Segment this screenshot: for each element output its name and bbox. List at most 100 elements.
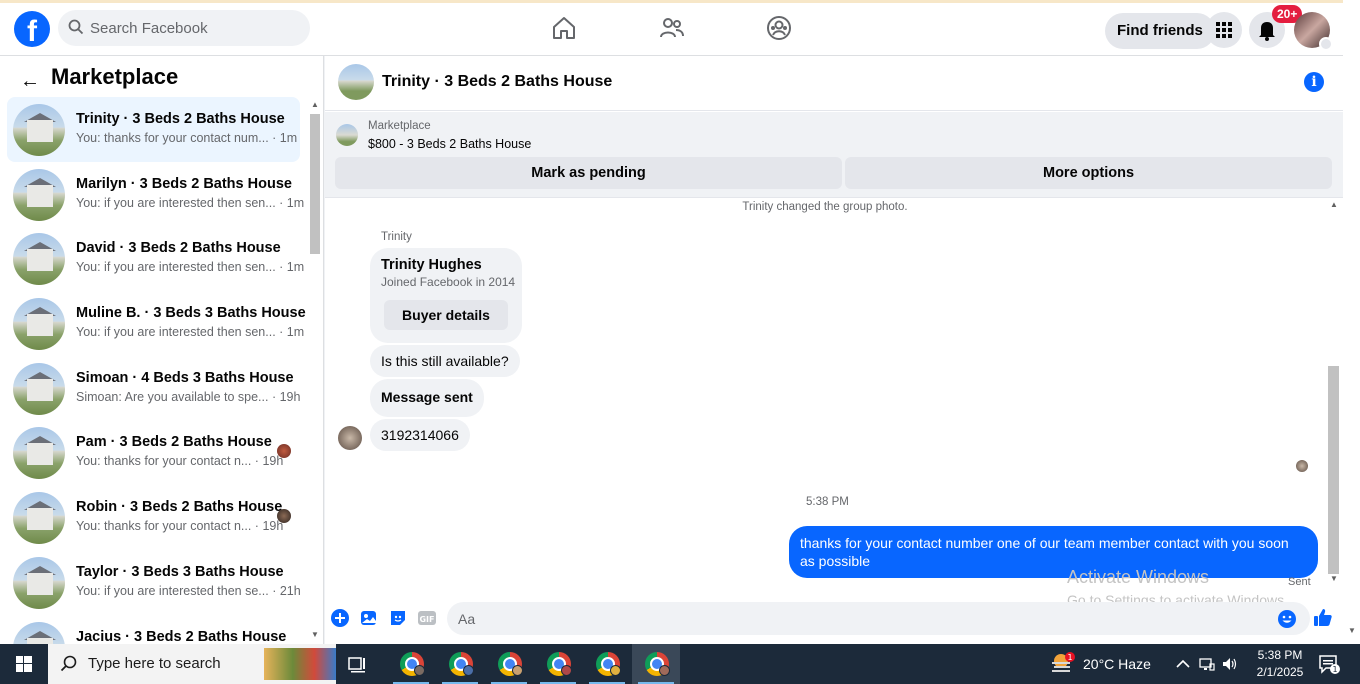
volume-icon[interactable] [1222,656,1238,672]
home-icon[interactable] [551,15,577,41]
chrome-taskbar-button[interactable] [387,644,435,684]
conversation-item[interactable]: Taylor · 3 Beds 3 Baths House You: if yo… [7,550,301,615]
conversation-item[interactable]: David · 3 Beds 2 Baths House You: if you… [7,226,304,291]
listing-thumbnail [13,233,65,286]
scroll-down-arrow-icon[interactable]: ▼ [311,630,319,639]
listing-price[interactable]: $800 - 3 Beds 2 Baths House [368,137,531,151]
scroll-up-arrow-icon[interactable]: ▲ [311,100,319,109]
chat-title[interactable]: Trinity · 3 Beds 2 Baths House [382,73,612,91]
windows-taskbar: Type here to search 1 20°C Haze 5:38 PM … [0,644,1360,684]
notification-center-icon[interactable]: 1 [1318,654,1340,674]
scrollbar-thumb[interactable] [310,114,320,254]
sidebar-scrollbar[interactable]: ▲ ▼ [309,100,321,644]
listing-thumbnail [13,362,65,415]
sender-label: Trinity [381,231,412,243]
chevron-up-icon[interactable] [1175,656,1191,672]
search-input[interactable] [90,10,300,46]
conversation-name: Simoan · 4 Beds 3 Baths House [76,369,294,386]
mark-as-pending-button[interactable]: Mark as pending [335,157,842,189]
conversation-snippet: You: if you are interested then sen... ·… [76,260,305,275]
start-button[interactable] [0,644,48,684]
thread-scrollbar[interactable]: ▲ ▼ [1326,198,1341,586]
search-highlight-image [264,648,336,680]
conversation-sidebar: ← Marketplace Trinity · 3 Beds 2 Baths H… [0,56,324,644]
profile-badge [659,665,670,676]
weather-text[interactable]: 20°C Haze [1083,656,1151,672]
scroll-down-arrow-icon[interactable]: ▼ [1330,574,1338,583]
chat-thumbnail[interactable] [338,64,374,100]
conversation-item[interactable]: Robin · 3 Beds 2 Baths House You: thanks… [7,485,300,550]
emoji-icon[interactable] [1277,609,1297,629]
listing-thumbnail [13,104,65,156]
seen-avatar [277,509,291,524]
scrollbar-track [1345,2,1358,50]
search-box[interactable] [58,10,310,46]
incoming-message: Is this still available? [370,345,520,377]
incoming-message: Message sent [370,379,484,417]
sticker-icon[interactable] [388,608,408,628]
task-view-icon[interactable] [346,654,370,674]
read-receipt-avatar [1296,460,1308,472]
conversation-list: Trinity · 3 Beds 2 Baths House You: than… [7,97,306,645]
conversation-name: Robin · 3 Beds 2 Baths House [76,499,283,516]
find-friends-button[interactable]: Find friends [1105,13,1215,49]
chrome-taskbar-button[interactable] [583,644,631,684]
like-thumb-icon[interactable] [1313,607,1333,627]
conversation-item[interactable]: Marilyn · 3 Beds 2 Baths House You: if y… [7,162,304,227]
add-plus-icon[interactable] [330,608,350,628]
conversation-snippet: You: thanks for your contact n... · 19h [76,454,284,469]
clock-time[interactable]: 5:38 PM [1252,648,1308,662]
message-input[interactable] [447,602,1310,635]
search-icon [68,19,84,35]
notification-count: 1 [1332,665,1337,674]
sidebar-title: Marketplace [51,64,179,89]
conversation-item[interactable]: Muline B. · 3 Beds 3 Baths House You: if… [7,291,306,356]
conversation-item[interactable]: Trinity · 3 Beds 2 Baths House You: than… [7,97,300,162]
network-icon[interactable] [1199,656,1215,672]
photo-icon[interactable] [359,608,379,628]
profile-badge [561,665,572,676]
conversation-item[interactable]: Simoan · 4 Beds 3 Baths House Simoan: Ar… [7,356,300,421]
buyer-details-button[interactable]: Buyer details [384,300,508,330]
message-thread: Trinity changed the group photo. Trinity… [325,198,1343,608]
back-arrow-icon[interactable]: ← [20,70,40,93]
taskbar-search[interactable]: Type here to search [48,644,336,684]
message-status: Sent [1288,576,1311,588]
clock-date[interactable]: 2/1/2025 [1252,665,1308,679]
conversation-item[interactable]: Jacius · 3 Beds 2 Baths House [7,615,300,645]
facebook-logo[interactable]: f [14,11,50,47]
buyer-joined: Joined Facebook in 2014 [381,275,516,289]
menu-button[interactable] [1206,12,1242,48]
conversation-snippet: You: if you are interested then sen... ·… [76,195,305,210]
taskbar-search-placeholder: Type here to search [88,655,221,672]
info-icon[interactable]: i [1304,72,1324,92]
scroll-up-arrow-icon[interactable]: ▲ [1330,200,1338,209]
conversation-item[interactable]: Pam · 3 Beds 2 Baths House You: thanks f… [7,420,300,485]
chrome-taskbar-button[interactable] [436,644,484,684]
chevron-down-icon[interactable] [1319,37,1333,51]
grid-menu-icon [1216,22,1232,38]
chrome-taskbar-button[interactable] [632,644,680,684]
more-options-button[interactable]: More options [845,157,1332,189]
profile-badge [512,665,523,676]
profile-badge [414,665,425,676]
profile-badge [463,665,474,676]
listing-thumbnail [336,124,358,146]
scroll-down-arrow-icon[interactable]: ▼ [1348,626,1356,635]
conversation-name: Pam · 3 Beds 2 Baths House [76,434,272,451]
conversation-name: Trinity · 3 Beds 2 Baths House [76,111,285,127]
listing-thumbnail [13,556,65,609]
weather-haze-icon[interactable]: 1 [1050,652,1076,674]
friends-icon[interactable] [659,15,685,41]
scrollbar-thumb[interactable] [1328,366,1339,574]
chrome-taskbar-button[interactable] [534,644,582,684]
chat-header: Trinity · 3 Beds 2 Baths House i [325,56,1343,111]
sender-avatar[interactable] [338,426,362,450]
profile-avatar[interactable] [1294,12,1333,51]
page-scrollbar[interactable]: ▼ [1343,0,1360,644]
conversation-name: Jacius · 3 Beds 2 Baths House [76,628,287,645]
gif-icon[interactable]: GIF [417,608,437,628]
chrome-taskbar-button[interactable] [485,644,533,684]
seen-avatar [277,444,291,459]
groups-icon[interactable] [766,15,792,41]
